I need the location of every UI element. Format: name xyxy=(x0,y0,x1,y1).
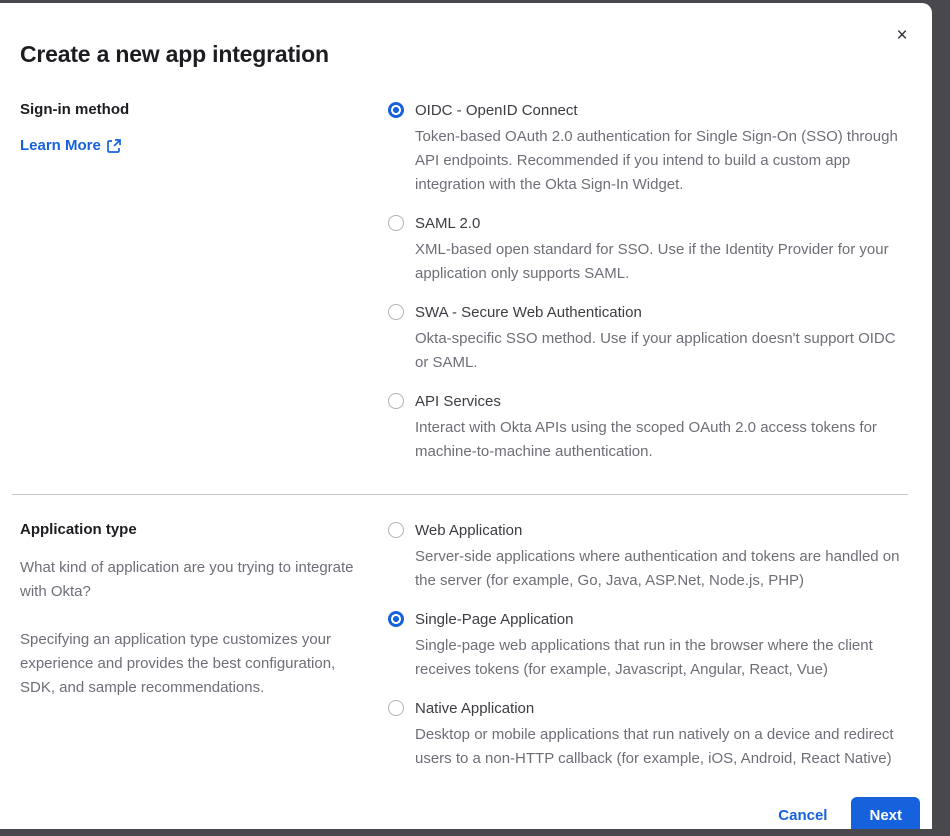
signin-method-left-column: Sign-in method Learn More xyxy=(20,101,388,155)
radio-texts: SAML 2.0 XML-based open standard for SSO… xyxy=(415,214,910,286)
dialog-title: Create a new app integration xyxy=(20,41,920,68)
radio-label-web-application: Web Application xyxy=(415,521,910,541)
radio-label-api-services: API Services xyxy=(415,392,910,412)
radio-texts: SWA - Secure Web Authentication Okta-spe… xyxy=(415,303,910,375)
radio-option-api-services[interactable]: API Services Interact with Okta APIs usi… xyxy=(388,392,910,464)
radio-label-native-application: Native Application xyxy=(415,699,910,719)
radio-label-swa: SWA - Secure Web Authentication xyxy=(415,303,910,323)
application-type-label: Application type xyxy=(20,521,374,538)
radio-texts: OIDC - OpenID Connect Token-based OAuth … xyxy=(415,101,910,197)
radio-texts: Native Application Desktop or mobile app… xyxy=(415,699,910,771)
application-type-help-text-2: Specifying an application type customize… xyxy=(20,628,374,700)
radio-option-single-page-application[interactable]: Single-Page Application Single-page web … xyxy=(388,610,910,682)
radio-description-saml: XML-based open standard for SSO. Use if … xyxy=(415,238,910,286)
radio-label-saml: SAML 2.0 xyxy=(415,214,910,234)
radio-label-single-page-application: Single-Page Application xyxy=(415,610,910,630)
radio-option-native-application[interactable]: Native Application Desktop or mobile app… xyxy=(388,699,910,771)
signin-method-label: Sign-in method xyxy=(20,101,374,118)
radio-option-oidc[interactable]: OIDC - OpenID Connect Token-based OAuth … xyxy=(388,101,910,197)
modal-backdrop: × Create a new app integration Sign-in m… xyxy=(0,0,950,836)
external-link-icon xyxy=(107,139,121,153)
application-type-left-column: Application type What kind of applicatio… xyxy=(20,521,388,700)
radio-description-native-application: Desktop or mobile applications that run … xyxy=(415,723,910,771)
application-type-options: Web Application Server-side applications… xyxy=(388,521,920,771)
next-button[interactable]: Next xyxy=(851,797,920,829)
radio-description-oidc: Token-based OAuth 2.0 authentication for… xyxy=(415,125,910,197)
radio-description-swa: Okta-specific SSO method. Use if your ap… xyxy=(415,327,910,375)
radio-selected-icon[interactable] xyxy=(388,611,404,627)
radio-selected-icon[interactable] xyxy=(388,102,404,118)
radio-option-saml[interactable]: SAML 2.0 XML-based open standard for SSO… xyxy=(388,214,910,286)
dialog-content: × Create a new app integration Sign-in m… xyxy=(0,3,932,829)
radio-unselected-icon[interactable] xyxy=(388,304,404,320)
radio-description-single-page-application: Single-page web applications that run in… xyxy=(415,634,910,682)
dialog-footer: Cancel Next xyxy=(20,797,920,829)
radio-unselected-icon[interactable] xyxy=(388,700,404,716)
radio-texts: Web Application Server-side applications… xyxy=(415,521,910,593)
radio-texts: Single-Page Application Single-page web … xyxy=(415,610,910,682)
radio-description-api-services: Interact with Okta APIs using the scoped… xyxy=(415,416,910,464)
close-icon[interactable]: × xyxy=(890,23,914,47)
radio-unselected-icon[interactable] xyxy=(388,215,404,231)
radio-option-swa[interactable]: SWA - Secure Web Authentication Okta-spe… xyxy=(388,303,910,375)
application-type-section: Application type What kind of applicatio… xyxy=(20,521,920,771)
radio-option-web-application[interactable]: Web Application Server-side applications… xyxy=(388,521,910,593)
signin-method-options: OIDC - OpenID Connect Token-based OAuth … xyxy=(388,101,920,464)
radio-description-web-application: Server-side applications where authentic… xyxy=(415,545,910,593)
section-divider xyxy=(12,494,908,495)
learn-more-link[interactable]: Learn More xyxy=(20,137,121,154)
create-app-integration-dialog: × Create a new app integration Sign-in m… xyxy=(0,3,932,829)
cancel-button[interactable]: Cancel xyxy=(778,807,827,824)
learn-more-label: Learn More xyxy=(20,137,101,154)
application-type-help-text-1: What kind of application are you trying … xyxy=(20,556,374,604)
radio-unselected-icon[interactable] xyxy=(388,393,404,409)
signin-method-section: Sign-in method Learn More xyxy=(20,101,920,464)
radio-texts: API Services Interact with Okta APIs usi… xyxy=(415,392,910,464)
radio-label-oidc: OIDC - OpenID Connect xyxy=(415,101,910,121)
radio-unselected-icon[interactable] xyxy=(388,522,404,538)
